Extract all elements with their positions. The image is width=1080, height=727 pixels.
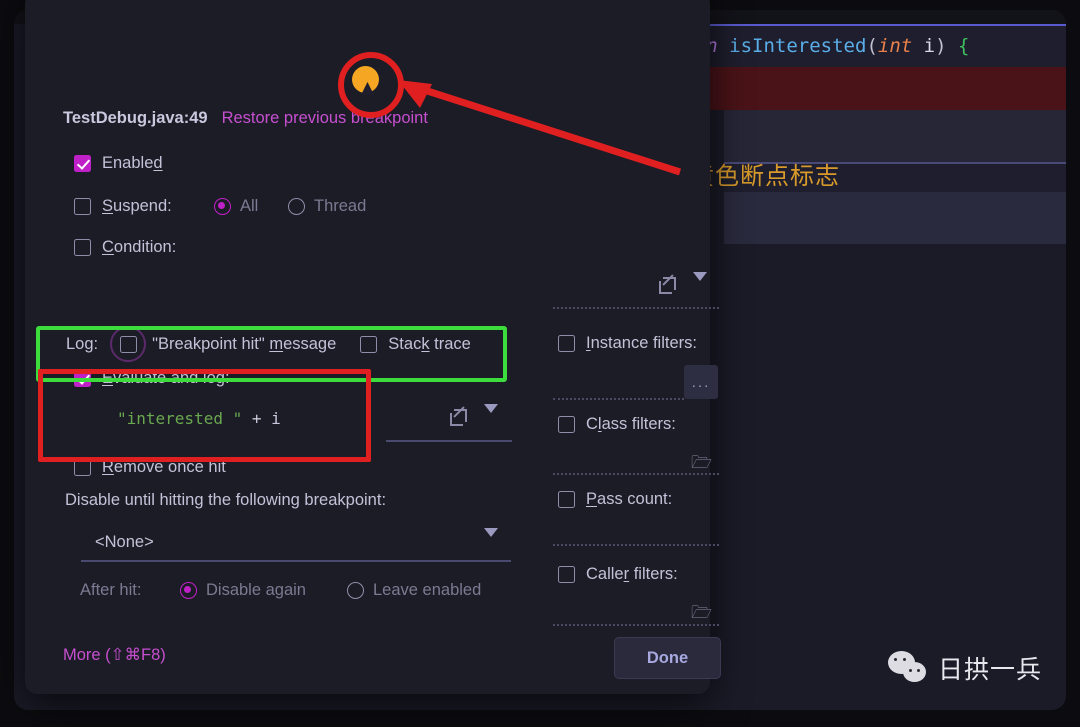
page-title: TestDebug.java:49 <box>63 109 208 127</box>
after-hit-label-row: After hit: <box>80 581 141 600</box>
caller-filters-checkbox[interactable] <box>558 566 575 583</box>
log-prefix-label: Log: <box>66 334 99 353</box>
class-filters-checkbox[interactable] <box>558 416 575 433</box>
expression-variable: i <box>271 409 281 428</box>
breakpoint-annotation-label: 黄色断点标志 <box>690 162 840 190</box>
caller-filters-row[interactable]: Caller filters: <box>558 565 678 584</box>
disable-until-label: Disable until hitting the following brea… <box>65 491 387 509</box>
expression-operator: + <box>242 409 272 428</box>
remove-once-hit-row[interactable]: Remove once hit <box>74 458 226 477</box>
after-hit-leave-enabled-row[interactable]: Leave enabled <box>347 581 481 600</box>
expression-string-literal: "interested " <box>117 409 243 428</box>
evaluate-and-log-row[interactable]: Evaluate and log: <box>74 369 230 388</box>
more-options-link[interactable]: More (⇧⌘F8) <box>63 645 166 665</box>
leave-enabled-label: Leave enabled <box>373 581 482 599</box>
editor-band-1 <box>724 110 1066 162</box>
leave-enabled-radio[interactable] <box>347 582 364 599</box>
log-message-label: "Breakpoint hit" message <box>152 334 337 353</box>
after-hit-disable-again-row[interactable]: Disable again <box>180 581 306 600</box>
breakpoint-settings-dialog: TestDebug.java:49 Restore previous break… <box>25 0 721 694</box>
condition-dropdown-icon[interactable] <box>693 272 707 299</box>
class-filters-row[interactable]: Class filters: <box>558 415 676 434</box>
log-message-checkbox[interactable] <box>119 335 137 353</box>
enabled-row[interactable]: Enabled <box>74 154 163 173</box>
restore-previous-breakpoint-link[interactable]: Restore previous breakpoint <box>222 109 428 128</box>
suspend-thread-radio-row[interactable]: Thread <box>288 197 366 216</box>
remove-once-hit-label: Remove once hit <box>102 458 226 476</box>
evaluate-expression-field[interactable]: "interested " + i <box>117 409 281 428</box>
editor-band-4 <box>724 192 1066 244</box>
condition-expand-icon[interactable] <box>659 274 676 299</box>
stack-trace-label: Stack trace <box>388 334 471 353</box>
disable-until-underline <box>81 560 511 562</box>
caller-filters-label: Caller filters: <box>586 565 678 583</box>
condition-label: Condition: <box>102 238 177 256</box>
condition-row[interactable]: Condition: <box>74 238 176 257</box>
suspend-checkbox[interactable] <box>74 198 91 215</box>
caller-filters-divider <box>553 624 719 626</box>
suspend-all-label: All <box>240 197 259 215</box>
suspend-thread-radio[interactable] <box>288 198 305 215</box>
condition-divider <box>553 307 719 309</box>
class-filters-label: Class filters: <box>586 415 676 433</box>
evaluate-expand-icon[interactable] <box>450 406 467 431</box>
wechat-icon <box>888 651 928 685</box>
enabled-checkbox[interactable] <box>74 155 91 172</box>
after-hit-label: After hit: <box>80 581 142 599</box>
log-message-checkbox-ring[interactable] <box>110 326 147 362</box>
watermark: 日拱一兵 <box>888 650 1042 686</box>
dialog-header: TestDebug.java:49 Restore previous break… <box>63 109 428 128</box>
suspend-label: Suspend: <box>102 197 172 215</box>
remove-once-hit-checkbox[interactable] <box>74 459 91 476</box>
suspend-thread-label: Thread <box>314 197 367 215</box>
instance-filters-divider <box>553 398 684 400</box>
pass-count-checkbox[interactable] <box>558 491 575 508</box>
pass-count-label: Pass count: <box>586 490 673 508</box>
screenshot-root: 48 ⊟ › private static boolean isInterest… <box>0 0 1080 727</box>
disable-until-combo-value[interactable]: <None> <box>95 533 154 552</box>
suspend-all-radio-row[interactable]: All <box>214 197 258 216</box>
disable-until-dropdown-icon[interactable] <box>484 528 498 555</box>
instance-filters-label: Instance filters: <box>586 334 697 352</box>
suspend-row[interactable]: Suspend: <box>74 197 172 216</box>
pass-count-row[interactable]: Pass count: <box>558 490 672 509</box>
suspend-all-radio[interactable] <box>214 198 231 215</box>
instance-filters-row[interactable]: Instance filters: <box>558 334 697 353</box>
class-filters-divider <box>553 473 719 475</box>
disable-again-label: Disable again <box>206 581 306 599</box>
stack-trace-checkbox[interactable] <box>360 335 378 353</box>
watermark-text: 日拱一兵 <box>938 655 1043 684</box>
log-row: Log: "Breakpoint hit" message Stack trac… <box>66 326 471 362</box>
evaluate-and-log-checkbox[interactable] <box>74 370 91 387</box>
evaluate-and-log-label: Evaluate and log: <box>102 369 230 387</box>
disable-again-radio[interactable] <box>180 582 197 599</box>
instance-filters-more-button[interactable]: ... <box>684 365 718 399</box>
enabled-label: Enabled <box>102 154 163 172</box>
done-button[interactable]: Done <box>614 637 721 679</box>
breakpoint-marker-icon[interactable] <box>352 66 379 93</box>
instance-filters-checkbox[interactable] <box>558 335 575 352</box>
evaluate-dropdown-icon[interactable] <box>484 404 498 431</box>
pass-count-divider <box>553 544 719 546</box>
evaluate-field-underline <box>386 440 512 442</box>
condition-checkbox[interactable] <box>74 239 91 256</box>
